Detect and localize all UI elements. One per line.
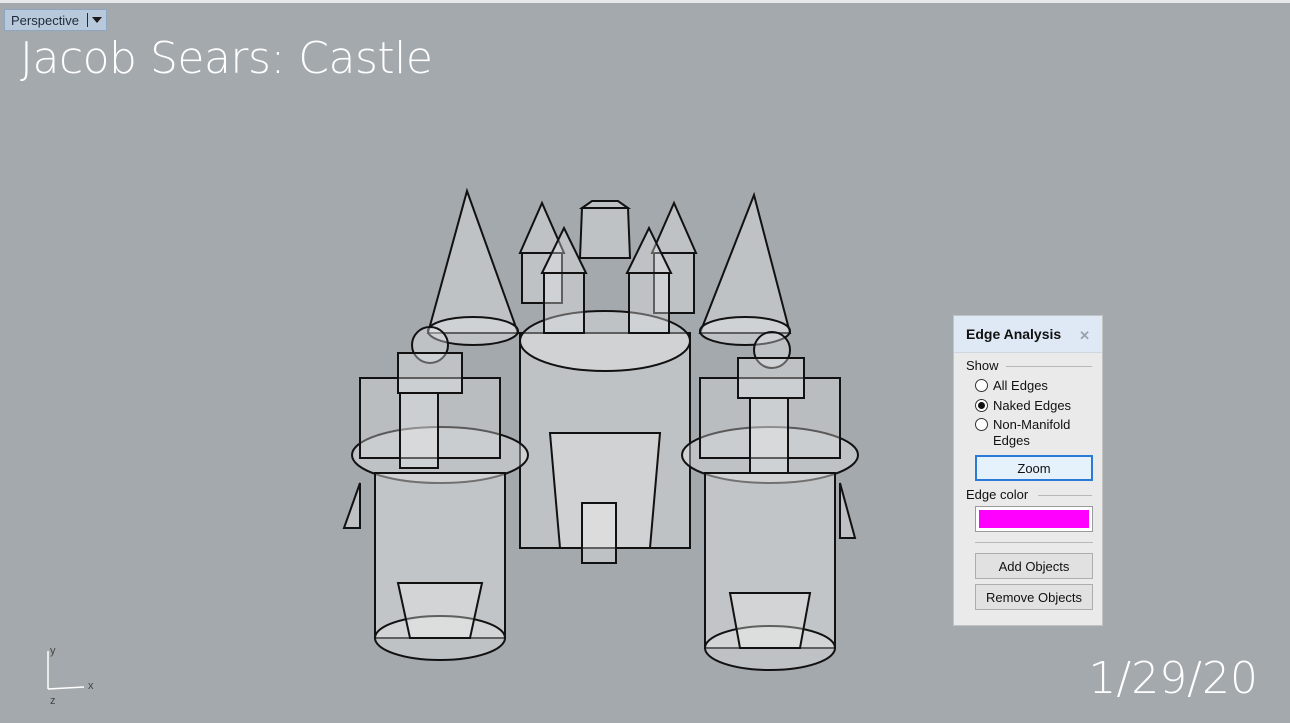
close-icon[interactable]: ✕ [1079,328,1090,344]
zoom-button[interactable]: Zoom [975,455,1093,481]
radio-non-manifold-edges[interactable]: Non-Manifold Edges [975,417,1070,449]
axis-z-label: z [50,695,56,707]
panel-header: Edge Analysis ✕ [954,316,1102,353]
axis-x-label: x [88,680,94,692]
axis-y-label: y [50,645,56,657]
edge-color-swatch[interactable] [975,506,1093,532]
add-objects-button[interactable]: Add Objects [975,553,1093,579]
radio-all-edges[interactable]: All Edges [975,378,1048,393]
radio-naked-edges-label: Naked Edges [993,398,1072,413]
radio-selected-icon [975,399,988,412]
radio-non-manifold-label: Non-Manifold [993,417,1071,432]
radio-circle-icon [975,418,988,431]
remove-objects-button[interactable]: Remove Objects [975,584,1093,610]
panel-title: Edge Analysis [966,326,1062,342]
show-group-label: Show [966,358,999,373]
radio-naked-edges[interactable]: Naked Edges [975,398,1071,413]
viewport-tab[interactable]: Perspective [4,9,107,31]
slide-date: 1/29/20 [1088,653,1258,704]
viewport-tab-label: Perspective [11,12,79,28]
radio-all-edges-label: All Edges [993,378,1048,393]
edge-analysis-panel: Edge Analysis ✕ Show All Edges Naked Edg… [953,315,1103,626]
radio-non-manifold-label-2: Edges [993,433,1030,448]
axis-indicator: y x z [47,645,94,707]
slide-title: Jacob Sears: Castle [20,33,433,84]
edge-color-group-label: Edge color [966,487,1029,502]
perspective-viewport[interactable]: Perspective Jacob Sears: Castle y x z 1/… [0,0,1290,723]
dropdown-arrow-icon[interactable] [91,17,102,23]
radio-circle-icon [975,379,988,392]
castle-model[interactable] [330,183,870,673]
